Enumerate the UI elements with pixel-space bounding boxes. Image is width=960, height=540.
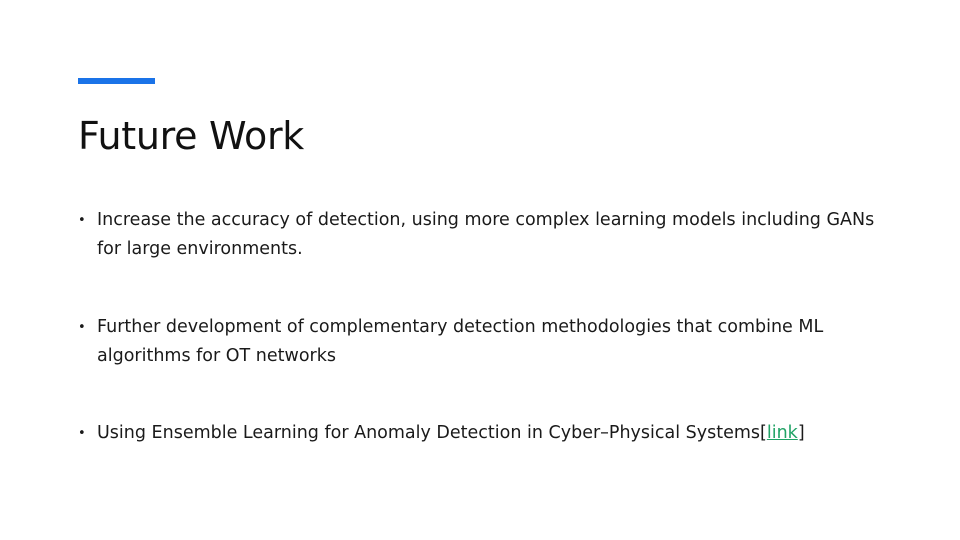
bullet-text: Increase the accuracy of detection, usin…	[97, 210, 875, 259]
bullet-dot-icon: •	[78, 426, 86, 441]
slide: Future Work • Increase the accuracy of d…	[0, 0, 960, 540]
title-accent-bar	[78, 78, 155, 84]
link-open-bracket: [	[760, 423, 767, 443]
bullet-dot-icon: •	[78, 320, 86, 335]
bullet-item: • Further development of complementary d…	[78, 313, 878, 371]
bullet-list: • Increase the accuracy of detection, us…	[78, 206, 878, 497]
bullet-item: • Increase the accuracy of detection, us…	[78, 206, 878, 264]
reference-link[interactable]: link	[767, 423, 798, 443]
link-close-bracket: ]	[797, 423, 805, 443]
bullet-text: Further development of complementary det…	[97, 317, 824, 366]
slide-title: Future Work	[78, 114, 305, 158]
bullet-dot-icon: •	[78, 213, 86, 228]
bullet-item: • Using Ensemble Learning for Anomaly De…	[78, 419, 878, 448]
bullet-text: Using Ensemble Learning for Anomaly Dete…	[97, 423, 761, 443]
